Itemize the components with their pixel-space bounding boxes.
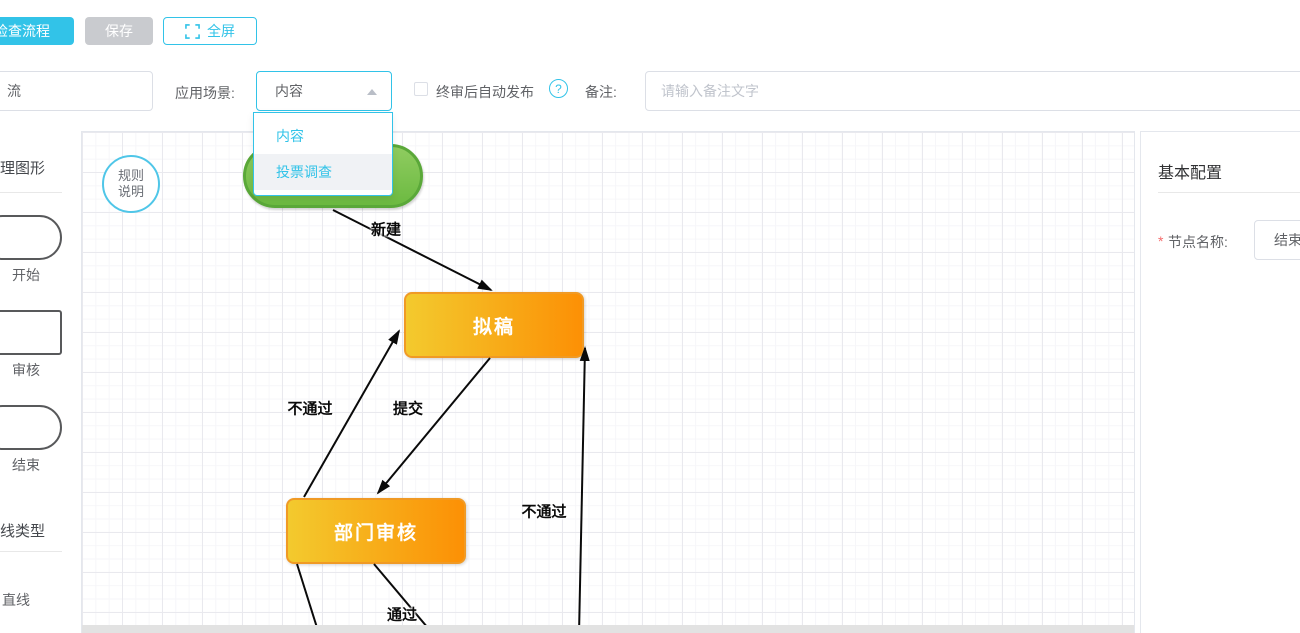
palette-shape-review[interactable] — [0, 310, 62, 355]
fullscreen-button[interactable]: 全屏 — [163, 17, 257, 45]
auto-publish-label: 终审后自动发布 — [436, 84, 534, 100]
palette-shape-end[interactable] — [0, 405, 62, 450]
edge-new[interactable] — [332, 209, 493, 291]
scene-label: 应用场景: — [175, 85, 235, 101]
flow-name-input[interactable] — [0, 71, 153, 111]
scene-option-content[interactable]: 内容 — [254, 118, 392, 154]
palette-label-review: 审核 — [12, 362, 40, 378]
scene-dropdown: 内容 投票调查 — [253, 112, 393, 196]
shapes-header: 理图形 — [0, 160, 46, 177]
edge-label-new[interactable]: 新建 — [371, 219, 401, 240]
edge-label-submit[interactable]: 提交 — [393, 398, 423, 419]
workflow-editor: 检查流程 保存 全屏 应用场景: 内容 内容 投票调查 终审后自动发布 ? 备注… — [0, 0, 1300, 633]
config-panel: 基本配置 * 节点名称: — [1140, 131, 1300, 633]
line-type-header: 线类型 — [0, 523, 46, 540]
divider — [0, 551, 62, 552]
shape-palette: 理图形 开始 审核 结束 线类型 直线 — [0, 131, 81, 633]
auto-publish-checkbox[interactable] — [414, 82, 428, 96]
scene-selected-value: 内容 — [275, 83, 303, 99]
flow-edges — [296, 209, 590, 633]
check-flow-button[interactable]: 检查流程 — [0, 17, 74, 45]
config-panel-title: 基本配置 — [1158, 165, 1223, 182]
help-icon[interactable]: ? — [549, 79, 568, 98]
divider — [1158, 192, 1300, 193]
edge-reject-right[interactable] — [578, 346, 590, 633]
edge-submit[interactable] — [376, 357, 491, 495]
edge-label-pass[interactable]: 通过 — [387, 604, 417, 625]
straight-line-label: 直线 — [2, 592, 30, 608]
fullscreen-icon — [185, 23, 200, 39]
chevron-up-icon — [367, 89, 377, 95]
canvas-horizontal-scrollbar[interactable] — [82, 625, 1134, 633]
edge-label-reject-left[interactable]: 不通过 — [287, 398, 332, 419]
palette-shape-start[interactable] — [0, 215, 62, 260]
required-mark: * — [1158, 233, 1164, 249]
edge-exit-left[interactable] — [296, 563, 320, 633]
node-name-input[interactable] — [1254, 220, 1300, 260]
node-name-label: 节点名称: — [1168, 234, 1228, 250]
edge-label-reject-right[interactable]: 不通过 — [521, 501, 566, 522]
remark-input[interactable] — [645, 71, 1300, 111]
divider — [0, 192, 62, 193]
fullscreen-label: 全屏 — [207, 23, 235, 39]
scene-select[interactable]: 内容 — [256, 71, 392, 111]
scene-option-vote[interactable]: 投票调查 — [254, 154, 392, 190]
palette-label-end: 结束 — [12, 457, 40, 473]
remark-label: 备注: — [585, 84, 617, 100]
save-button[interactable]: 保存 — [85, 17, 153, 45]
palette-label-start: 开始 — [12, 267, 40, 283]
flow-canvas[interactable]: 规则 说明 拟稿 部门审核 新建 不通过 提交 不通过 通过 — [81, 131, 1135, 633]
